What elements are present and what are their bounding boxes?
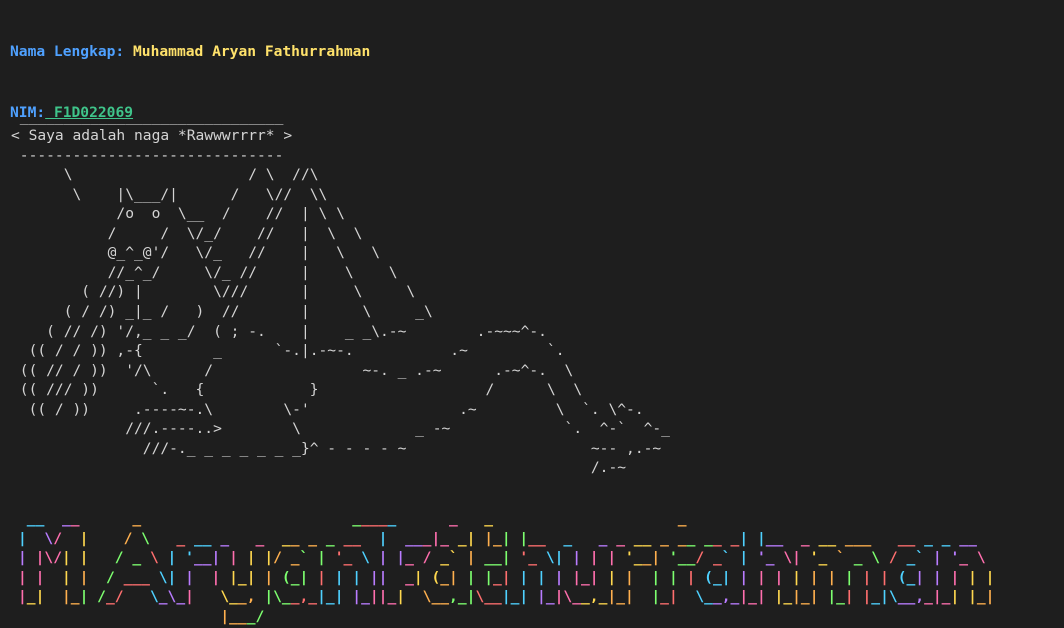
cowsay-line: (( /// )) `. { } / \ \ [11, 381, 583, 399]
terminal-output: Nama Lengkap: Muhammad Aryan Fathurrahma… [0, 0, 1064, 628]
cowsay-line: ( //) | \/// | \ \ [11, 283, 416, 301]
cowsay-line: /.-~ [11, 459, 627, 477]
cowsay-line: (( / )) .----~-.\ \-' .~ \ `. \^-. [11, 400, 644, 418]
cowsay-line: ///-._ _ _ _ _ _ _}^ - - - - ~ ~-- ,.-~ [11, 439, 662, 457]
banner-line: | |\/| | / _ \ | '__| | | |/ _` | '_ \ |… [18, 549, 986, 566]
banner-line: |_| |_| /_/ \_\_| \__, |\__,_|_| |_||_| … [18, 588, 995, 605]
cowsay-line: < Saya adalah naga *Rawwwrrrr* > [11, 127, 293, 145]
banner-line: | \/ | / \ _ __ _ _ __ _ _ __ | ___|_ _|… [18, 529, 977, 547]
figlet-banner: __ __ _ _____ _ _ _ | \/ | / \ _ __ _ _ … [18, 509, 1021, 626]
cowsay-line: \ |\___/| / \// \\ [11, 185, 328, 203]
name-line: Nama Lengkap: Muhammad Aryan Fathurrahma… [10, 41, 370, 63]
cowsay-line: ///.----..> \ _ -~ `. ^-` ^-_ [11, 420, 670, 438]
name-label: Nama Lengkap: [10, 43, 125, 61]
cowsay-line: ( // /) '/,_ _ _/ ( ; -. | _ _\.-~ .-~~~… [11, 322, 547, 340]
cowsay-line: /o o \__ / // | \ \ [11, 205, 345, 223]
name-value: Muhammad Aryan Fathurrahman [124, 43, 371, 61]
cowsay-line: \ / \ //\ [11, 166, 319, 184]
banner-line: |___/ [220, 607, 265, 625]
cowsay-line: (( // / )) '/\ / ~-. _ .-~ .-~^-. \ [11, 361, 574, 379]
cowsay-line: @_^_@'/ \/_ // | \ \ [11, 244, 381, 262]
cowsay-line: ______________________________ [11, 107, 284, 125]
cowsay-line: (( / / )) ,-{ _ `-.|.-~-. .~ `. [11, 342, 565, 360]
banner-line: __ __ _ _____ _ _ _ [26, 510, 687, 527]
banner-line: | | | | / ___ \| | | |_| | (_| | | | || … [18, 568, 995, 586]
cowsay-line: ( / /) _|_ / ) // | \ _\ [11, 303, 433, 321]
cowsay-line: ------------------------------ [11, 146, 284, 164]
cowsay-line: //_^_/ \/_ // | \ \ [11, 263, 398, 281]
cowsay-line: / / \/_/ // | \ \ [11, 224, 363, 242]
cowsay-line [11, 87, 670, 107]
cowsay-dragon-ascii: ______________________________ < Saya ada… [11, 87, 670, 478]
